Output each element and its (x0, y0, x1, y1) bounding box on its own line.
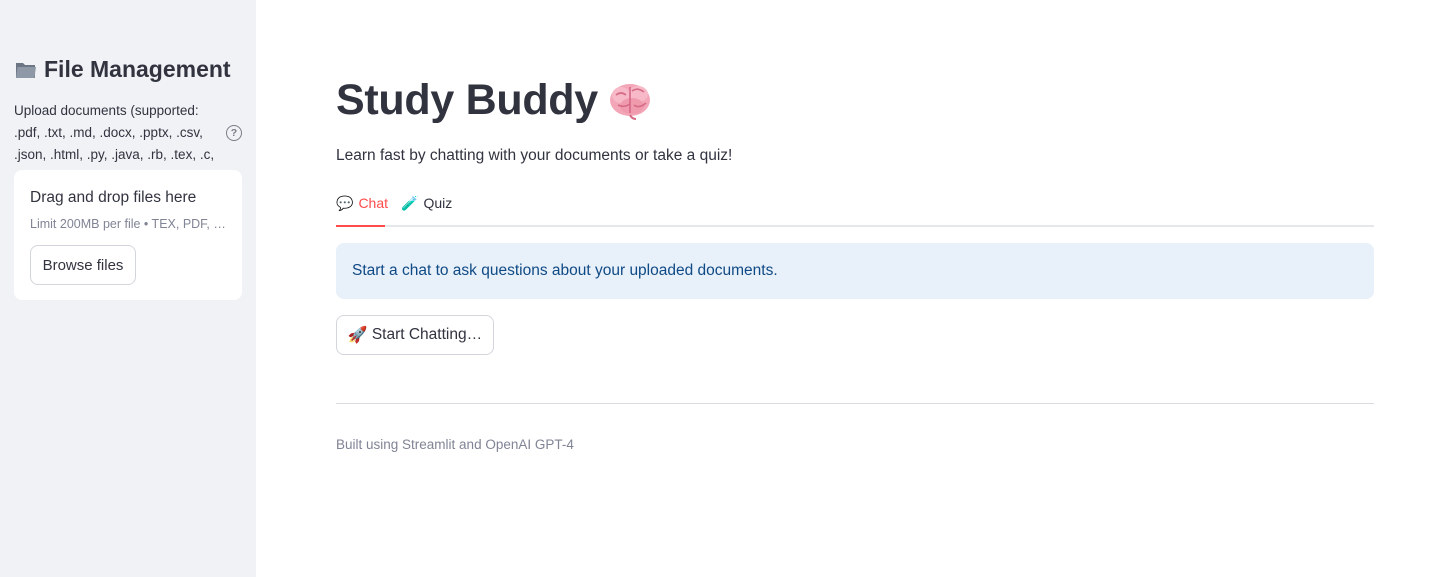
help-icon[interactable]: ? (226, 125, 242, 141)
folder-icon (14, 58, 38, 82)
page-subtitle: Learn fast by chatting with your documen… (336, 147, 733, 164)
tab-bar: 💬 Chat 🧪 Quiz (336, 190, 1374, 227)
sidebar-title-text: File Management (44, 56, 231, 82)
footer-text: Built using Streamlit and OpenAI GPT-4 (336, 437, 574, 452)
dropzone-limit: Limit 200MB per file • TEX, PDF, … (30, 217, 226, 231)
tab-quiz[interactable]: 🧪 Quiz (401, 194, 452, 227)
brain-icon (608, 81, 652, 121)
tab-chat-label: Chat (358, 195, 389, 211)
main-content: Study Buddy Learn fast by chatting with … (256, 0, 1445, 577)
start-chatting-label: Start Chatting… (371, 326, 483, 343)
page-title: Study Buddy (336, 76, 652, 125)
tab-quiz-label: Quiz (423, 195, 453, 211)
rocket-icon: 🚀 (347, 327, 368, 344)
divider (336, 403, 1374, 404)
info-alert: Start a chat to ask questions about your… (336, 243, 1374, 299)
tab-chat[interactable]: 💬 Chat (336, 194, 389, 227)
browse-files-button[interactable]: Browse files (30, 245, 136, 285)
speech-bubble-icon: 💬 (336, 195, 354, 211)
file-dropzone[interactable]: Drag and drop files here Limit 200MB per… (14, 170, 242, 300)
dropzone-title: Drag and drop files here (30, 189, 197, 206)
sidebar: File Management Upload documents (suppor… (0, 0, 256, 577)
page-title-text: Study Buddy (336, 76, 598, 124)
app: File Management Upload documents (suppor… (0, 0, 1445, 577)
sidebar-title: File Management (14, 56, 231, 83)
start-chatting-button[interactable]: 🚀 Start Chatting… (336, 315, 494, 355)
tab-bar-border (336, 225, 1374, 227)
active-tab-indicator (336, 225, 385, 227)
test-tube-icon: 🧪 (401, 195, 419, 211)
